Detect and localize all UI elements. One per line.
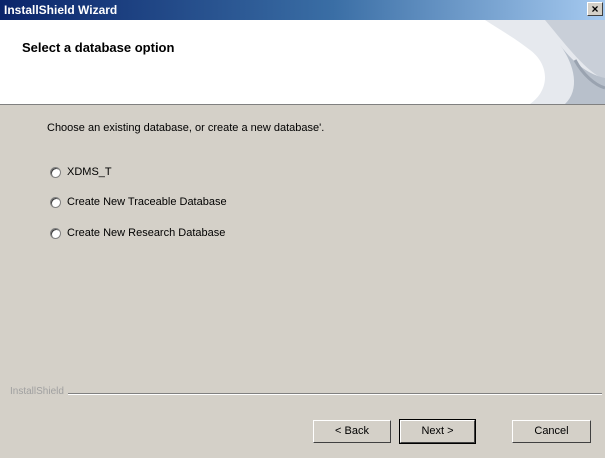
header-panel: Select a database option bbox=[0, 20, 605, 105]
radio-button[interactable] bbox=[50, 227, 61, 239]
brand-separator: InstallShield bbox=[10, 386, 602, 398]
option-new-research-database[interactable]: Create New Research Database bbox=[50, 227, 225, 239]
page-curl-graphic bbox=[485, 20, 605, 104]
option-new-traceable-database[interactable]: Create New Traceable Database bbox=[50, 196, 227, 208]
radio-button[interactable] bbox=[50, 166, 61, 178]
page-title: Select a database option bbox=[22, 40, 175, 55]
close-icon: × bbox=[591, 2, 599, 16]
option-label: Create New Research Database bbox=[67, 227, 226, 239]
next-button[interactable]: Next > bbox=[399, 419, 476, 444]
window-title: InstallShield Wizard bbox=[4, 3, 118, 17]
installer-window: InstallShield Wizard × Select a database… bbox=[0, 0, 605, 458]
close-button[interactable]: × bbox=[587, 2, 603, 16]
option-label: XDMS_T bbox=[67, 166, 112, 178]
option-xdms-t[interactable]: XDMS_T bbox=[50, 166, 112, 178]
brand-label: InstallShield bbox=[10, 386, 68, 397]
cancel-button[interactable]: Cancel bbox=[512, 420, 591, 443]
radio-button[interactable] bbox=[50, 196, 61, 208]
back-button[interactable]: < Back bbox=[313, 420, 391, 443]
title-bar[interactable]: InstallShield Wizard × bbox=[0, 0, 605, 20]
separator-line bbox=[10, 393, 602, 395]
option-label: Create New Traceable Database bbox=[67, 196, 227, 208]
instruction-text: Choose an existing database, or create a… bbox=[47, 122, 325, 134]
